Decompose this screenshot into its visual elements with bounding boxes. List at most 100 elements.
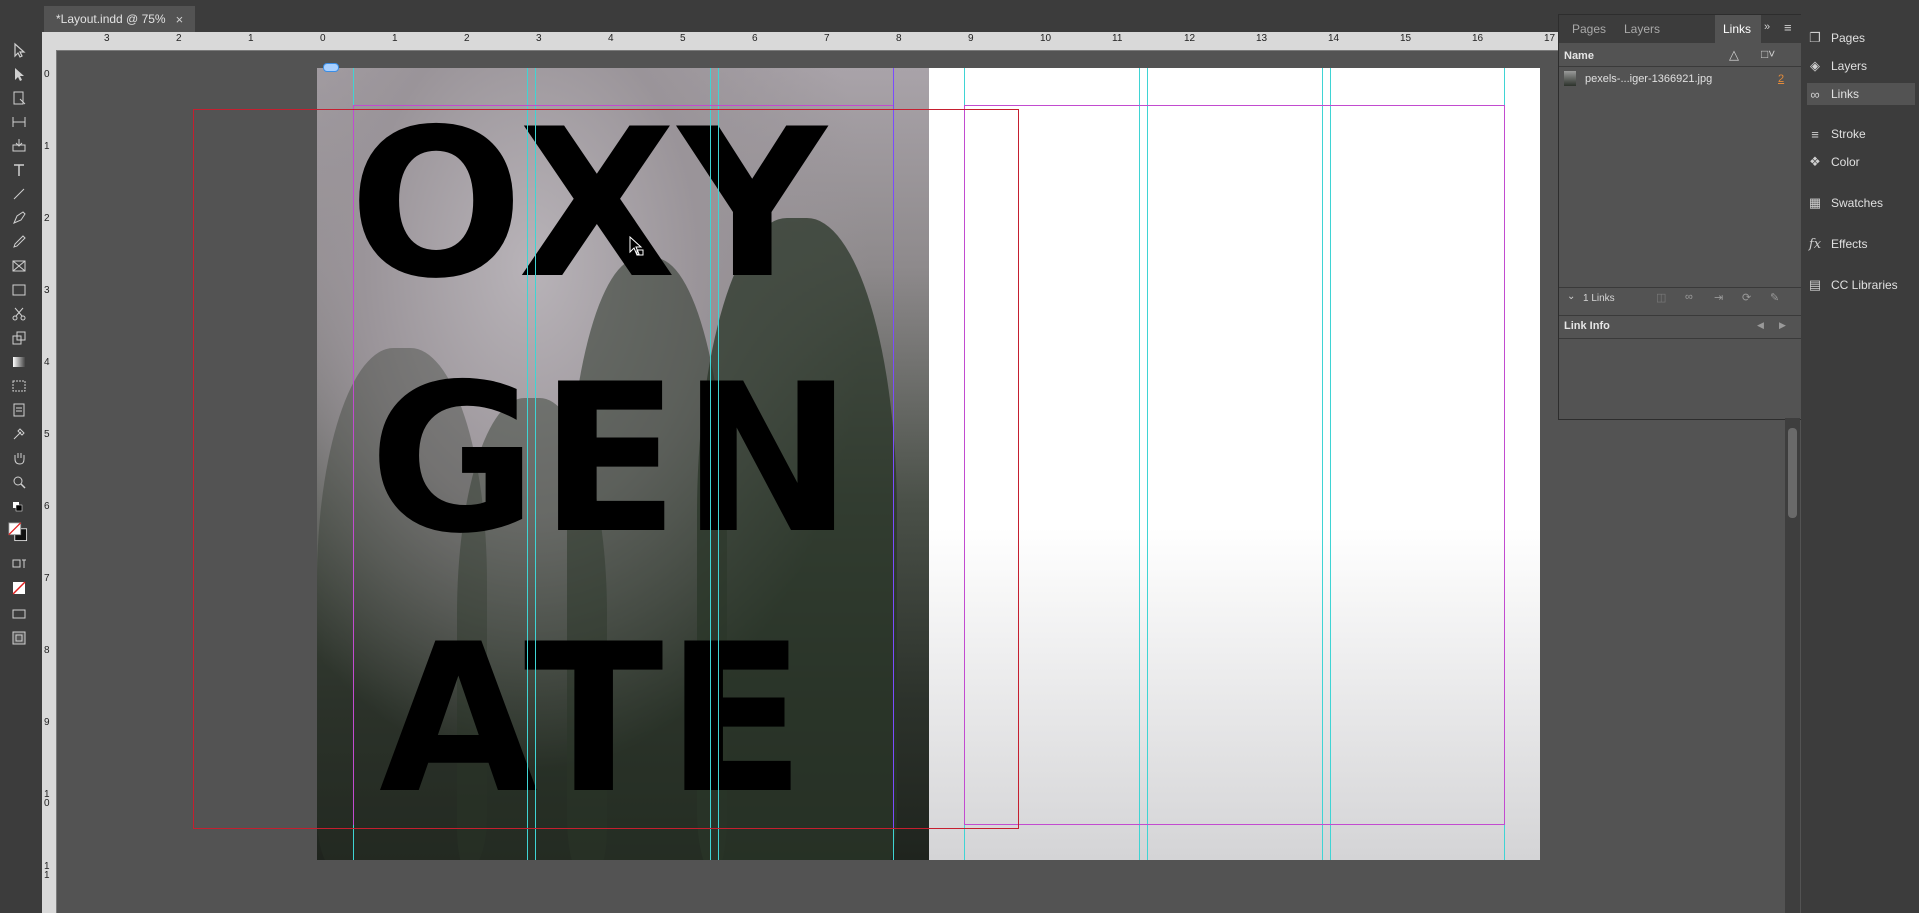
column-guide[interactable] [1330, 68, 1331, 860]
layers-icon: ◈ [1810, 58, 1820, 73]
tools-panel [0, 32, 43, 913]
text-frame-outline[interactable] [193, 109, 1019, 829]
dock-item-label: Swatches [1831, 196, 1884, 210]
next-link-icon[interactable]: ▶ [1779, 320, 1786, 331]
gradient-feather-tool-icon[interactable] [8, 376, 30, 396]
rectangle-tool-icon[interactable] [8, 280, 30, 300]
relink-icon[interactable]: ∞ [1685, 291, 1693, 303]
link-page-number[interactable]: 2 [1778, 73, 1784, 85]
dock-item-links[interactable]: ∞ Links [1807, 83, 1915, 105]
dock-item-layers[interactable]: ◈ Layers [1807, 55, 1915, 77]
dock-item-label: Stroke [1831, 127, 1866, 141]
dock-item-cc-libraries[interactable]: ▤ CC Libraries [1807, 274, 1915, 296]
ruler-label: 1 [44, 141, 50, 152]
dock-item-pages[interactable]: ❐ Pages [1807, 27, 1915, 49]
line-tool-icon[interactable] [8, 184, 30, 204]
swatches-icon: ▦ [1808, 195, 1822, 210]
note-tool-icon[interactable] [8, 400, 30, 420]
column-guide[interactable] [1147, 68, 1148, 860]
selection-tool-icon[interactable] [8, 40, 30, 60]
screen-mode-icon[interactable] [8, 604, 30, 624]
tab-pages[interactable]: Pages [1572, 22, 1606, 36]
dock-item-label: Effects [1831, 237, 1868, 251]
ruler-label: 2 [44, 213, 50, 224]
panel-scrollbar[interactable] [1785, 418, 1800, 913]
horizontal-ruler[interactable]: 3 2 1 0 1 2 3 4 5 6 7 8 9 10 11 12 13 14 15 16 17 [42, 32, 1560, 51]
warning-icon[interactable]: △ [1729, 47, 1739, 63]
ruler-label: 3 [104, 33, 110, 44]
vertical-ruler[interactable]: 0 1 2 3 4 5 6 7 8 9 1 0 1 1 [42, 50, 57, 913]
dock-item-color[interactable]: ❖ Color [1807, 151, 1915, 173]
free-transform-tool-icon[interactable] [8, 328, 30, 348]
pen-tool-icon[interactable] [8, 208, 30, 228]
column-guide[interactable] [1322, 68, 1323, 860]
dock-item-stroke[interactable]: ≡ Stroke [1807, 123, 1915, 145]
collapse-panels-icon[interactable]: » [1764, 21, 1770, 33]
dock-item-swatches[interactable]: ▦ Swatches [1807, 192, 1915, 214]
page-column-icon[interactable]: □˅ [1761, 47, 1775, 61]
ruler-label: 2 [464, 33, 470, 44]
chevron-down-icon[interactable]: ⌄ [1567, 291, 1575, 302]
edit-original-icon[interactable]: ✎ [1770, 291, 1779, 304]
panel-dock: ❐ Pages ◈ Layers ∞ Links ≡ Stroke ❖ Colo… [1801, 14, 1919, 913]
ruler-label: 8 [44, 645, 50, 656]
ruler-label: 1 [248, 33, 254, 44]
view-mode-icon[interactable] [8, 628, 30, 648]
dock-item-label: Links [1831, 87, 1860, 101]
apply-none-icon[interactable] [8, 578, 30, 598]
gradient-swatch-tool-icon[interactable] [8, 352, 30, 372]
go-to-link-icon[interactable]: ⇥ [1714, 291, 1723, 304]
frame-link-icon[interactable] [323, 63, 339, 72]
formatting-affects-container-icon[interactable] [8, 554, 30, 574]
ruler-label: 0 [44, 69, 50, 80]
name-column-label[interactable]: Name [1564, 50, 1594, 62]
ruler-label: 2 [176, 33, 182, 44]
ruler-label: 5 [44, 429, 50, 440]
stroke-icon: ≡ [1811, 126, 1819, 142]
ruler-label: 12 [1184, 33, 1196, 44]
document-tab[interactable]: *Layout.indd @ 75% × [44, 6, 196, 32]
eyedropper-tool-icon[interactable] [8, 424, 30, 444]
fill-stroke-swatch-icon[interactable] [8, 518, 30, 548]
ruler-label: 15 [1400, 33, 1412, 44]
ruler-label: 4 [44, 357, 50, 368]
gap-tool-icon[interactable] [8, 112, 30, 132]
link-info-header[interactable]: Link Info ◀ ▶ [1559, 315, 1801, 339]
content-collector-tool-icon[interactable] [8, 136, 30, 156]
relink-from-cc-icon[interactable]: ◫ [1656, 291, 1666, 304]
dock-item-label: Layers [1831, 59, 1868, 73]
links-panel: Pages Layers Links » ≡ Name △ □˅ pexels-… [1558, 14, 1802, 420]
hand-tool-icon[interactable] [8, 448, 30, 468]
margin-guide [964, 824, 1505, 825]
close-tab-icon[interactable]: × [176, 12, 184, 27]
direct-selection-tool-icon[interactable] [8, 64, 30, 84]
links-column-header: Name △ □˅ [1559, 46, 1801, 67]
dock-item-label: Pages [1831, 31, 1866, 45]
panel-menu-icon[interactable]: ≡ [1784, 20, 1792, 35]
rectangle-frame-tool-icon[interactable] [8, 256, 30, 276]
previous-link-icon[interactable]: ◀ [1757, 320, 1764, 331]
link-item-row[interactable]: pexels-...iger-1366921.jpg 2 [1559, 69, 1801, 89]
update-link-icon[interactable]: ⟳ [1742, 291, 1751, 304]
pages-icon: ❐ [1809, 30, 1821, 45]
column-guide[interactable] [1139, 68, 1140, 860]
type-tool-icon[interactable] [8, 160, 30, 180]
scrollbar-thumb[interactable] [1788, 428, 1797, 518]
right-page[interactable] [929, 68, 1540, 860]
ruler-label: 1 [392, 33, 398, 44]
fill-stroke-defaults-icon[interactable] [8, 498, 30, 518]
scissors-tool-icon[interactable] [8, 304, 30, 324]
link-file-name: pexels-...iger-1366921.jpg [1585, 73, 1713, 85]
dock-item-effects[interactable]: fx Effects [1807, 233, 1915, 255]
tab-layers[interactable]: Layers [1624, 22, 1660, 36]
ruler-label: 0 [320, 33, 326, 44]
dock-item-label: CC Libraries [1831, 278, 1898, 292]
page-tool-icon[interactable] [8, 88, 30, 108]
ruler-label: 14 [1328, 33, 1340, 44]
pencil-tool-icon[interactable] [8, 232, 30, 252]
ruler-label: 1 0 [44, 789, 50, 809]
tab-links[interactable]: Links [1723, 22, 1751, 36]
zoom-tool-icon[interactable] [8, 472, 30, 492]
link-info-label: Link Info [1564, 320, 1610, 332]
ruler-label: 13 [1256, 33, 1268, 44]
